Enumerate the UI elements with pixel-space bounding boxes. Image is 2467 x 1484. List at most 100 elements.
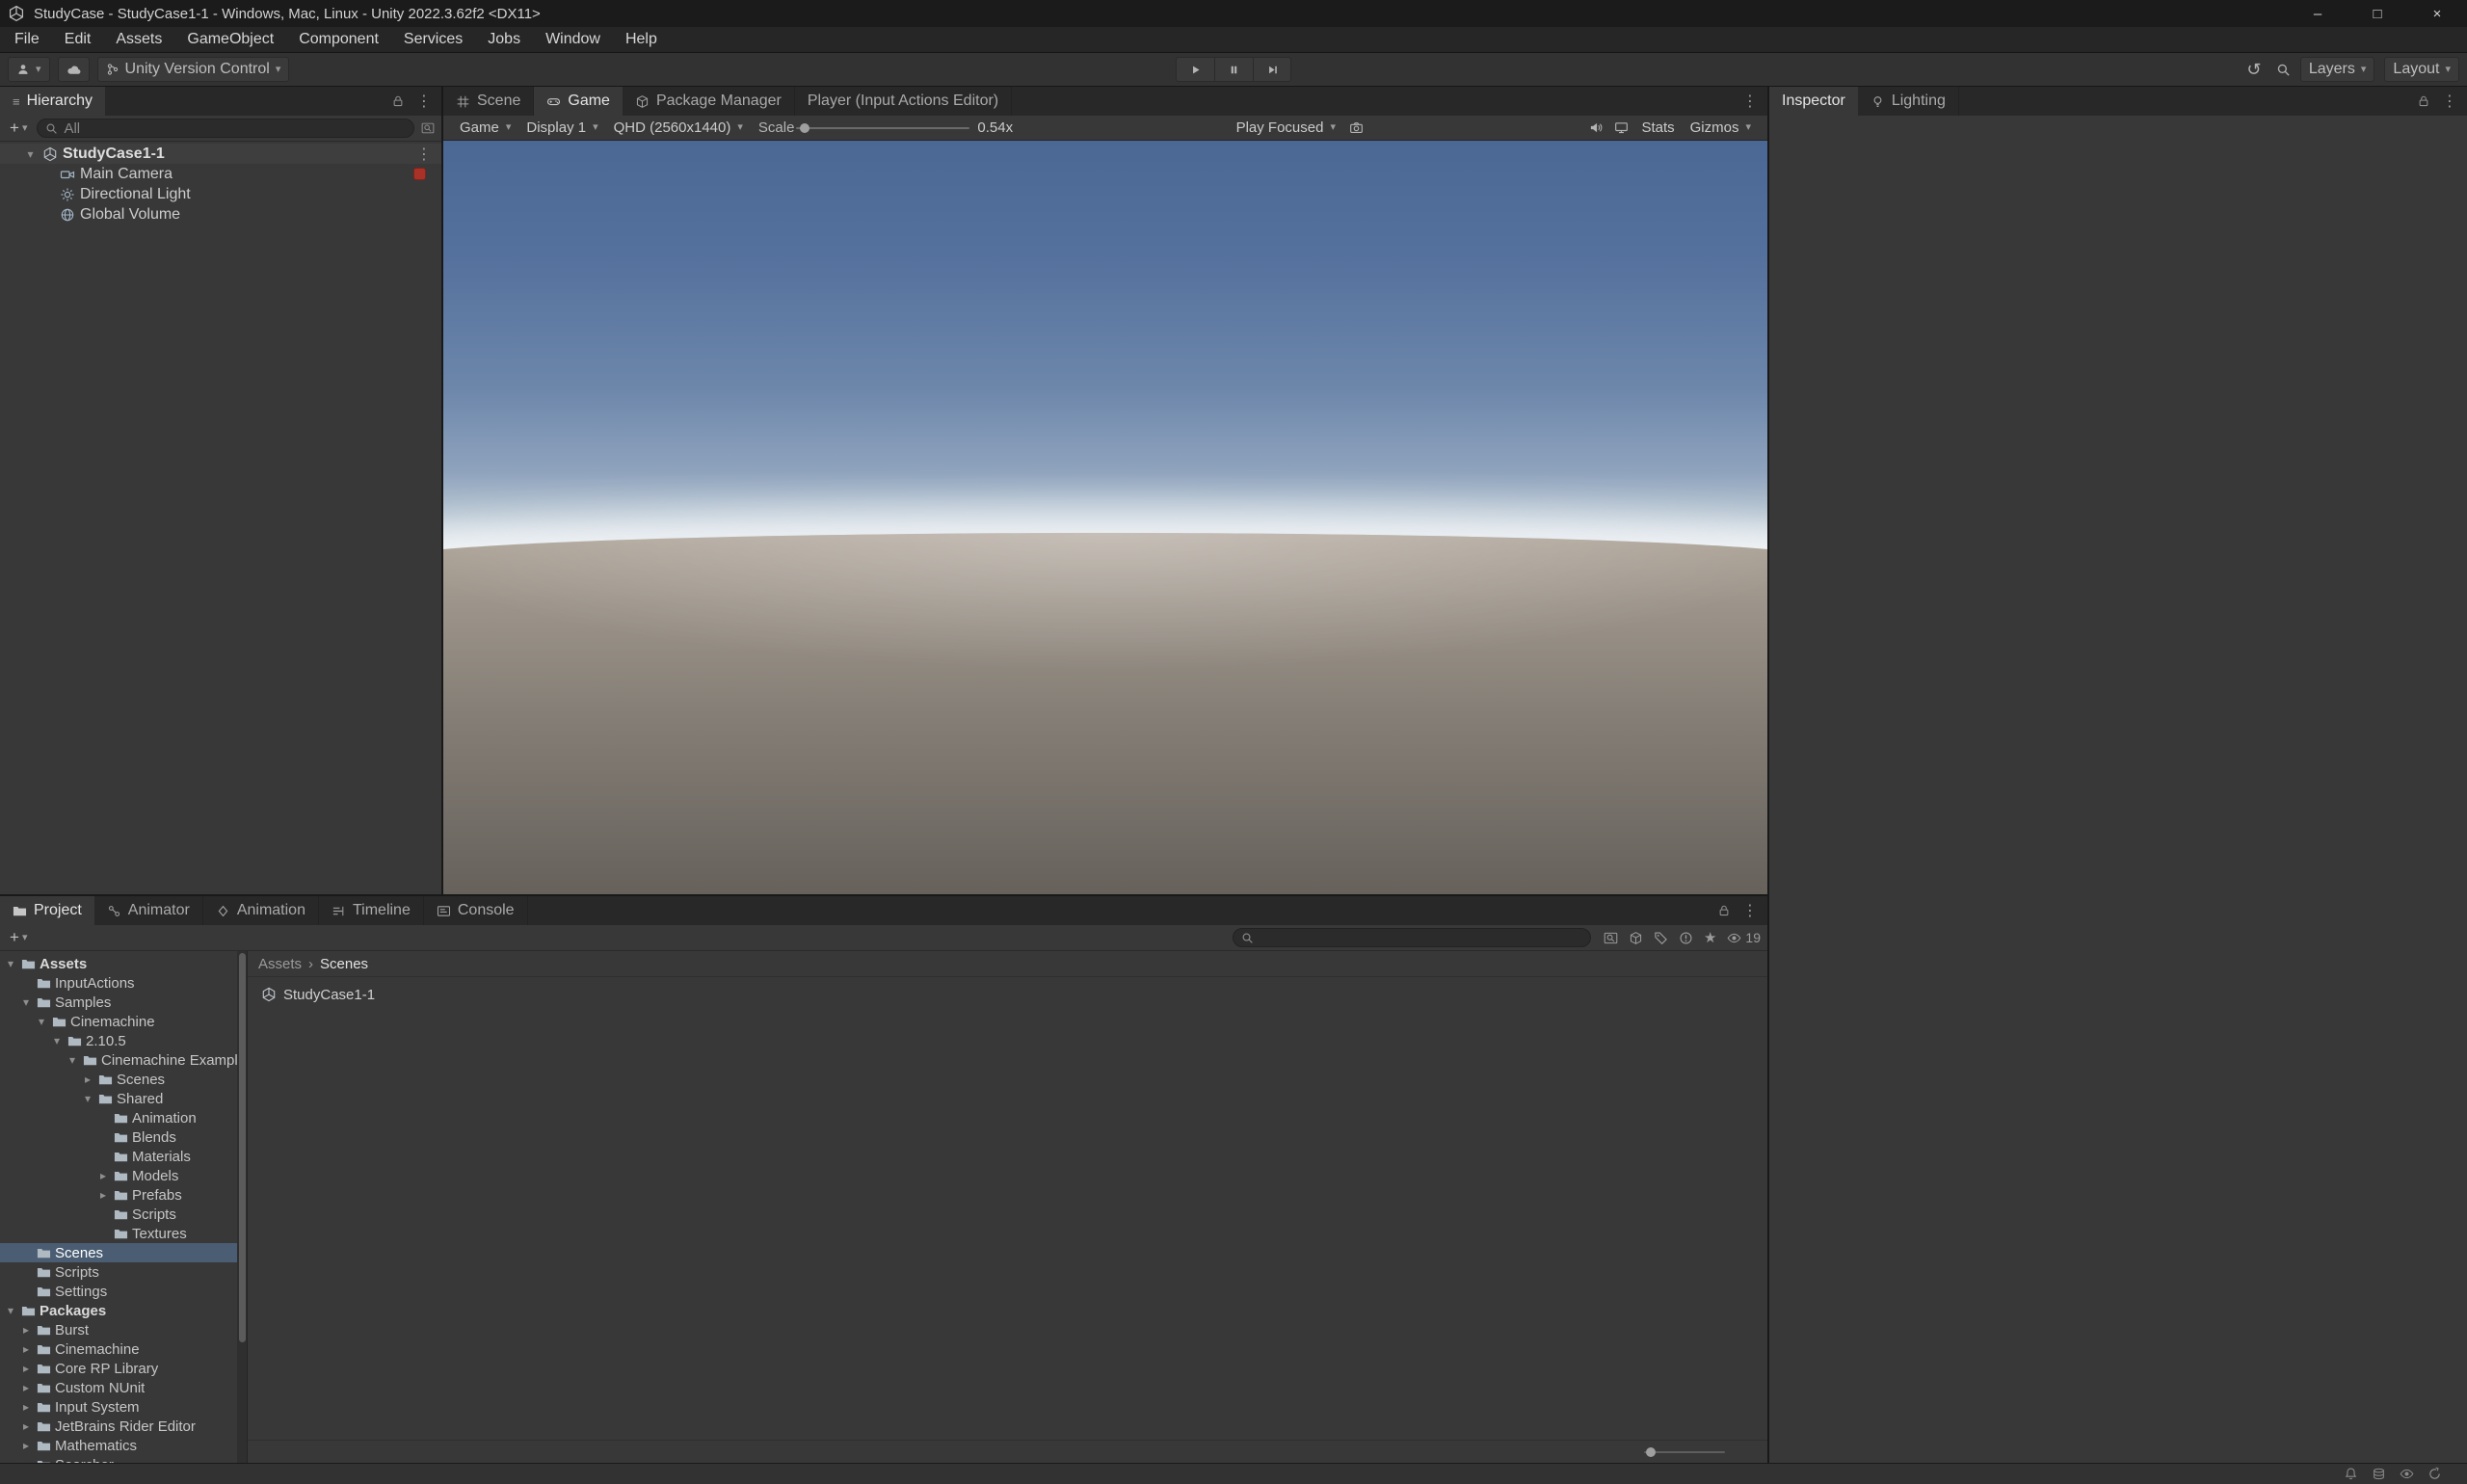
cloud-button[interactable] — [57, 57, 90, 82]
gizmos-dropdown[interactable]: Gizmos ▾ — [1683, 118, 1759, 139]
game-view-mode-dropdown[interactable]: Game ▾ — [452, 118, 518, 139]
project-search-input[interactable] — [1232, 928, 1591, 947]
scale-slider[interactable] — [796, 121, 970, 135]
account-button[interactable]: ▾ — [8, 57, 50, 82]
notifications-bell-icon[interactable] — [2344, 1467, 2358, 1481]
screenshot-button[interactable] — [1343, 120, 1368, 135]
mute-audio-button[interactable] — [1583, 120, 1608, 135]
save-search-star-icon[interactable]: ★ — [1704, 931, 1716, 945]
hierarchy-item-directional-light[interactable]: Directional Light — [0, 184, 441, 204]
hierarchy-search-input[interactable]: All — [37, 119, 414, 138]
slider-knob[interactable] — [800, 122, 810, 133]
tab-lighting[interactable]: Lighting — [1858, 87, 1959, 116]
hierarchy-item-main-camera[interactable]: Main Camera — [0, 164, 441, 184]
icon-size-slider[interactable] — [1644, 1446, 1725, 1458]
play-focused-dropdown[interactable]: Play Focused ▾ — [1229, 118, 1343, 139]
project-tree-item-blends[interactable]: Blends — [0, 1127, 237, 1147]
scrollbar-thumb[interactable] — [238, 953, 246, 1342]
project-tree-item-input-system[interactable]: ▸ Input System — [0, 1397, 237, 1417]
import-alert-icon[interactable] — [1679, 931, 1693, 945]
project-tree-item-burst[interactable]: ▸ Burst — [0, 1320, 237, 1339]
kebab-menu-icon[interactable]: ⋮ — [2442, 92, 2457, 111]
menu-services[interactable]: Services — [391, 27, 475, 52]
open-in-search-icon[interactable] — [1604, 931, 1618, 945]
project-tree-item-2-10-5[interactable]: ▾ 2.10.5 — [0, 1031, 237, 1050]
kebab-menu-icon[interactable]: ⋮ — [1742, 92, 1758, 111]
filter-by-type-icon[interactable] — [1629, 931, 1643, 945]
foldout-closed-icon[interactable]: ▸ — [19, 1400, 33, 1414]
tab-player-input-actions[interactable]: Player (Input Actions Editor) — [795, 87, 1013, 116]
slider-knob[interactable] — [1646, 1446, 1656, 1457]
project-tree-item-settings[interactable]: Settings — [0, 1282, 237, 1301]
tab-scene[interactable]: Scene — [443, 87, 535, 116]
project-tree-item-cinemachine[interactable]: ▾ Cinemachine — [0, 1012, 237, 1031]
project-tree-item-jetbrains-rider-editor[interactable]: ▸ JetBrains Rider Editor — [0, 1417, 237, 1436]
tab-animation[interactable]: Animation — [203, 896, 319, 925]
play-button[interactable] — [1176, 57, 1214, 82]
project-tree-item-searcher[interactable]: ▸Searcher — [0, 1455, 237, 1463]
foldout-open-icon[interactable]: ▾ — [50, 1034, 64, 1047]
asset-item-studycase1-1[interactable]: StudyCase1-1 — [256, 984, 380, 1005]
project-tree-item-scenes[interactable]: Scenes — [0, 1243, 237, 1262]
foldout-closed-icon[interactable]: ▸ — [19, 1342, 33, 1356]
foldout-open-icon[interactable]: ▾ — [66, 1053, 79, 1067]
add-gameobject-button[interactable]: + ▾ — [7, 119, 30, 138]
tab-console[interactable]: Console — [424, 896, 528, 925]
foldout-closed-icon[interactable]: ▸ — [19, 1419, 33, 1433]
lock-icon[interactable] — [1717, 904, 1731, 917]
tab-project[interactable]: Project — [0, 896, 94, 925]
game-viewport[interactable] — [443, 141, 1767, 894]
maximize-button[interactable]: □ — [2348, 0, 2407, 27]
project-tree-item-inputactions[interactable]: InputActions — [0, 973, 237, 993]
hierarchy-item-global-volume[interactable]: Global Volume — [0, 204, 441, 225]
foldout-closed-icon[interactable]: ▸ — [19, 1439, 33, 1452]
project-tree-item-mathematics[interactable]: ▸ Mathematics — [0, 1436, 237, 1455]
kebab-menu-icon[interactable]: ⋮ — [1742, 901, 1758, 920]
foldout-closed-icon[interactable]: ▸ — [81, 1073, 94, 1086]
project-tree-item-models[interactable]: ▸ Models — [0, 1166, 237, 1185]
undo-history-button[interactable]: ↺ — [2242, 60, 2267, 80]
lock-icon[interactable] — [391, 94, 405, 108]
foldout-open-icon[interactable]: ▾ — [81, 1092, 94, 1105]
version-control-dropdown[interactable]: Unity Version Control ▾ — [96, 57, 290, 82]
foldout-closed-icon[interactable]: ▸ — [19, 1362, 33, 1375]
pause-button[interactable] — [1214, 57, 1253, 82]
tab-animator[interactable]: Animator — [94, 896, 203, 925]
project-tree-item-core-rp-library[interactable]: ▸ Core RP Library — [0, 1359, 237, 1378]
breadcrumb-root[interactable]: Assets — [258, 956, 302, 972]
tab-package-manager[interactable]: Package Manager — [623, 87, 795, 116]
project-tree-item-scenes[interactable]: ▸ Scenes — [0, 1070, 237, 1089]
project-tree-item-packages[interactable]: ▾ Packages — [0, 1301, 237, 1320]
breadcrumb-current[interactable]: Scenes — [320, 956, 368, 972]
kebab-menu-icon[interactable]: ⋮ — [416, 92, 432, 111]
search-button[interactable] — [2276, 63, 2291, 77]
menu-edit[interactable]: Edit — [52, 27, 104, 52]
scene-kebab-menu-icon[interactable]: ⋮ — [416, 145, 432, 164]
foldout-open-icon[interactable]: ▾ — [23, 147, 38, 161]
tab-inspector[interactable]: Inspector — [1769, 87, 1858, 116]
resolution-dropdown[interactable]: QHD (2560x1440) ▾ — [606, 118, 751, 139]
sync-status-icon[interactable] — [2427, 1467, 2442, 1481]
tab-hierarchy[interactable]: ≡ Hierarchy — [0, 87, 106, 116]
foldout-closed-icon[interactable]: ▸ — [19, 1381, 33, 1394]
project-tree-item-textures[interactable]: Textures — [0, 1224, 237, 1243]
step-button[interactable] — [1253, 57, 1291, 82]
hierarchy-scene-row[interactable]: ▾ StudyCase1-1 ⋮ — [0, 144, 441, 164]
project-tree-scrollbar[interactable] — [237, 951, 247, 1463]
project-tree-item-cinemachine-examples[interactable]: ▾ Cinemachine Examples — [0, 1050, 237, 1070]
layout-dropdown[interactable]: Layout ▾ — [2384, 57, 2459, 82]
filter-by-label-icon[interactable] — [1654, 931, 1668, 945]
project-tree-item-scripts[interactable]: Scripts — [0, 1262, 237, 1282]
project-tree-item-shared[interactable]: ▾ Shared — [0, 1089, 237, 1108]
project-tree-item-cinemachine[interactable]: ▸ Cinemachine — [0, 1339, 237, 1359]
search-pick-icon[interactable] — [421, 121, 435, 135]
layers-dropdown[interactable]: Layers ▾ — [2299, 57, 2375, 82]
project-tree-item-scripts[interactable]: Scripts — [0, 1205, 237, 1224]
tab-game[interactable]: Game — [534, 87, 623, 116]
display-dropdown[interactable]: Display 1 ▾ — [518, 118, 605, 139]
menu-help[interactable]: Help — [613, 27, 670, 52]
create-asset-button[interactable]: + ▾ — [7, 928, 30, 947]
menu-assets[interactable]: Assets — [103, 27, 174, 52]
hidden-packages-toggle[interactable]: 19 — [1727, 930, 1761, 945]
tab-timeline[interactable]: Timeline — [319, 896, 424, 925]
